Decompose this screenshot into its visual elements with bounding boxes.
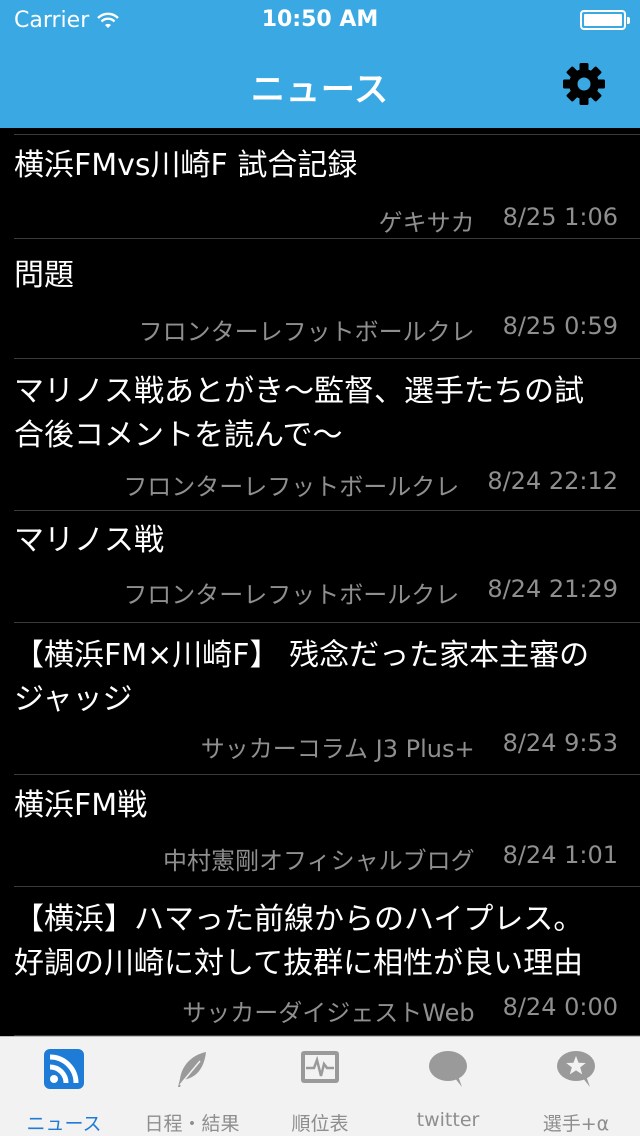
tab-schedule[interactable]: 日程・結果 (128, 1037, 256, 1136)
speech-bubble-icon (429, 1051, 467, 1087)
news-title-line-1: 【横浜】ハマった前線からのハイプレス。 (14, 902, 584, 937)
tab-label: 日程・結果 (144, 1113, 240, 1135)
news-date: 8/25 1:06 (502, 203, 618, 231)
news-source: サッカーコラム J3 Plus+ (200, 735, 475, 763)
news-title-line-1: 【横浜FM×川崎F】 残念だった家本主審の (14, 638, 590, 673)
news-date: 8/24 22:12 (487, 467, 618, 495)
news-item[interactable]: 【横浜】ハマった前線からのハイプレス。 好調の川崎に対して抜群に相性が良い理由 … (0, 887, 640, 1036)
navigation-bar: ニュース (0, 40, 640, 128)
news-title-line-2: 好調の川崎に対して抜群に相性が良い理由 (14, 946, 584, 981)
news-item[interactable]: マリノス戦あとがき〜監督、選手たちの試 合後コメントを読んで〜 フロンターレフッ… (0, 359, 640, 511)
news-item[interactable]: 横浜FM戦 中村憲剛オフィシャルブログ 8/24 1:01 (0, 775, 640, 887)
news-source: フロンターレフットボールクレ (138, 318, 475, 346)
news-list[interactable]: 横浜FMvs川崎F 試合記録 ゲキサカ 8/25 1:06 問題 フロンターレフ… (0, 128, 640, 1036)
tab-label: 選手+α (542, 1113, 610, 1135)
settings-button[interactable] (560, 60, 608, 108)
news-title-line-2: ジャッジ (14, 682, 133, 717)
news-date: 8/24 21:29 (487, 575, 618, 603)
news-meta: サッカーダイジェストWeb 8/24 0:00 (182, 993, 618, 1028)
news-meta: フロンターレフットボールクレ 8/25 0:59 (139, 312, 618, 347)
tab-label: ニュース (26, 1113, 102, 1135)
news-source: フロンターレフットボールクレ (123, 473, 460, 501)
news-title: 横浜FMvs川崎F 試合記録 (14, 148, 358, 183)
news-meta: ゲキサカ 8/25 1:06 (379, 203, 618, 238)
news-title: 問題 (14, 258, 74, 293)
news-meta: フロンターレフットボールクレ 8/24 21:29 (123, 575, 618, 610)
news-meta: 中村憲剛オフィシャルブログ 8/24 1:01 (163, 841, 618, 876)
news-date: 8/25 0:59 (502, 312, 618, 340)
news-date: 8/24 1:01 (502, 841, 618, 869)
tab-twitter[interactable]: twitter (384, 1037, 512, 1136)
battery-icon (580, 10, 630, 30)
gear-icon (563, 63, 605, 105)
news-date: 8/24 0:00 (502, 993, 618, 1021)
news-title: マリノス戦 (14, 523, 164, 558)
news-source: フロンターレフットボールクレ (123, 581, 460, 609)
tab-label: twitter (416, 1109, 480, 1131)
news-source: 中村憲剛オフィシャルブログ (163, 847, 475, 875)
status-time: 10:50 AM (261, 7, 379, 32)
monitor-chart-icon (301, 1051, 339, 1083)
star-bubble-icon (557, 1051, 595, 1087)
news-source: サッカーダイジェストWeb (182, 999, 475, 1027)
news-item[interactable]: 問題 フロンターレフットボールクレ 8/25 0:59 (0, 239, 640, 359)
tab-bar: ニュース 日程・結果 順位表 twitter 選手+α (0, 1036, 640, 1136)
page-title: ニュース (250, 70, 390, 110)
news-item[interactable]: 【横浜FM×川崎F】 残念だった家本主審の ジャッジ サッカーコラム J3 Pl… (0, 623, 640, 775)
news-item[interactable]: 横浜FMvs川崎F 試合記録 ゲキサカ 8/25 1:06 (0, 135, 640, 239)
tab-label: 順位表 (291, 1113, 349, 1135)
rss-icon (44, 1049, 84, 1089)
tab-news[interactable]: ニュース (0, 1037, 128, 1136)
news-meta: サッカーコラム J3 Plus+ 8/24 9:53 (201, 729, 618, 764)
news-item[interactable]: マリノス戦 フロンターレフットボールクレ 8/24 21:29 (0, 511, 640, 623)
news-title: 横浜FM戦 (14, 788, 148, 823)
feather-icon (178, 1052, 206, 1087)
news-date: 8/24 9:53 (502, 729, 618, 757)
news-title-line-1: マリノス戦あとがき〜監督、選手たちの試 (14, 374, 584, 409)
tab-standings[interactable]: 順位表 (256, 1037, 384, 1136)
news-title-line-2: 合後コメントを読んで〜 (14, 418, 343, 453)
news-source: ゲキサカ (378, 209, 475, 237)
tab-players[interactable]: 選手+α (512, 1037, 640, 1136)
status-bar: Carrier 10:50 AM (0, 0, 640, 40)
news-meta: フロンターレフットボールクレ 8/24 22:12 (123, 467, 618, 502)
